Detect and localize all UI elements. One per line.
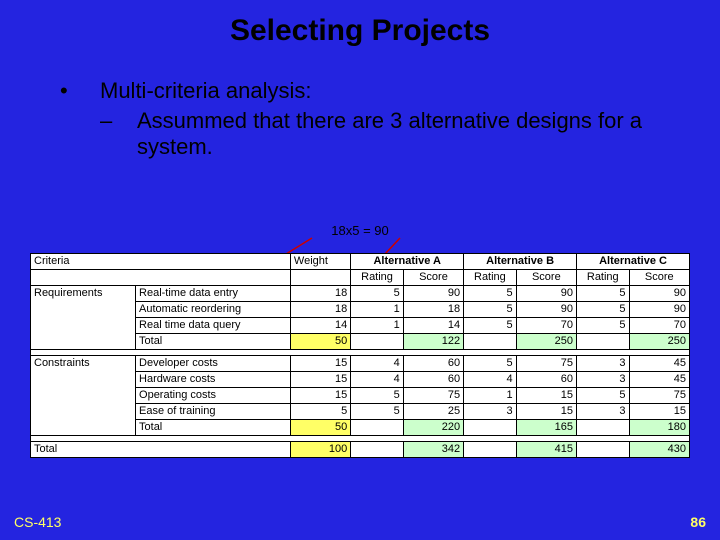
footer-page: 86 [690, 514, 706, 530]
hdr-altB: Alternative B [464, 254, 577, 270]
bullet-text: Multi-criteria analysis: [100, 78, 312, 104]
row-name: Real-time data entry [136, 286, 291, 302]
annotation-text: 18x5 = 90 [0, 223, 720, 238]
hdr-weight: Weight [290, 254, 350, 270]
header-row-2: Rating Score Rating Score Rating Score [31, 270, 690, 286]
hdr-ratingC: Rating [577, 270, 630, 286]
criteria-table: Criteria Weight Alternative A Alternativ… [30, 253, 690, 458]
hdr-scoreC: Score [629, 270, 689, 286]
cell-ratingA: 5 [351, 286, 404, 302]
row-name: Automatic reordering [136, 302, 291, 318]
slide-title: Selecting Projects [0, 0, 720, 48]
bullet-row: • Multi-criteria analysis: [60, 78, 680, 104]
footer-course: CS-413 [14, 514, 61, 530]
hdr-scoreA: Score [403, 270, 463, 286]
row-name: Real time data query [136, 318, 291, 334]
sub-bullet-text: Assummed that there are 3 alternative de… [137, 108, 680, 160]
hdr-scoreB: Score [516, 270, 576, 286]
sub-bullet-row: – Assummed that there are 3 alternative … [60, 108, 680, 160]
hdr-ratingA: Rating [351, 270, 404, 286]
cell-scoreB: 90 [516, 286, 576, 302]
content-block: • Multi-criteria analysis: – Assummed th… [0, 48, 720, 160]
slide: Selecting Projects • Multi-criteria anal… [0, 0, 720, 540]
group-label: Constraints [31, 356, 136, 436]
hdr-altA: Alternative A [351, 254, 464, 270]
cell-ratingC: 5 [577, 286, 630, 302]
sub-bullet-symbol: – [100, 108, 137, 160]
hdr-criteria: Criteria [31, 254, 291, 270]
cell-scoreA: 90 [403, 286, 463, 302]
criteria-table-wrap: Criteria Weight Alternative A Alternativ… [30, 253, 690, 458]
grand-total-row: Total 100 342 415 430 [31, 442, 690, 458]
table-row: Requirements Real-time data entry 18 5 9… [31, 286, 690, 302]
hdr-ratingB: Rating [464, 270, 517, 286]
table-row: Constraints Developer costs 15 4 60 5 75… [31, 356, 690, 372]
cell-weight: 18 [290, 286, 350, 302]
hdr-altC: Alternative C [577, 254, 690, 270]
header-row-1: Criteria Weight Alternative A Alternativ… [31, 254, 690, 270]
cell-scoreC: 90 [629, 286, 689, 302]
bullet-symbol: • [60, 78, 100, 104]
group-label: Requirements [31, 286, 136, 350]
cell-ratingB: 5 [464, 286, 517, 302]
